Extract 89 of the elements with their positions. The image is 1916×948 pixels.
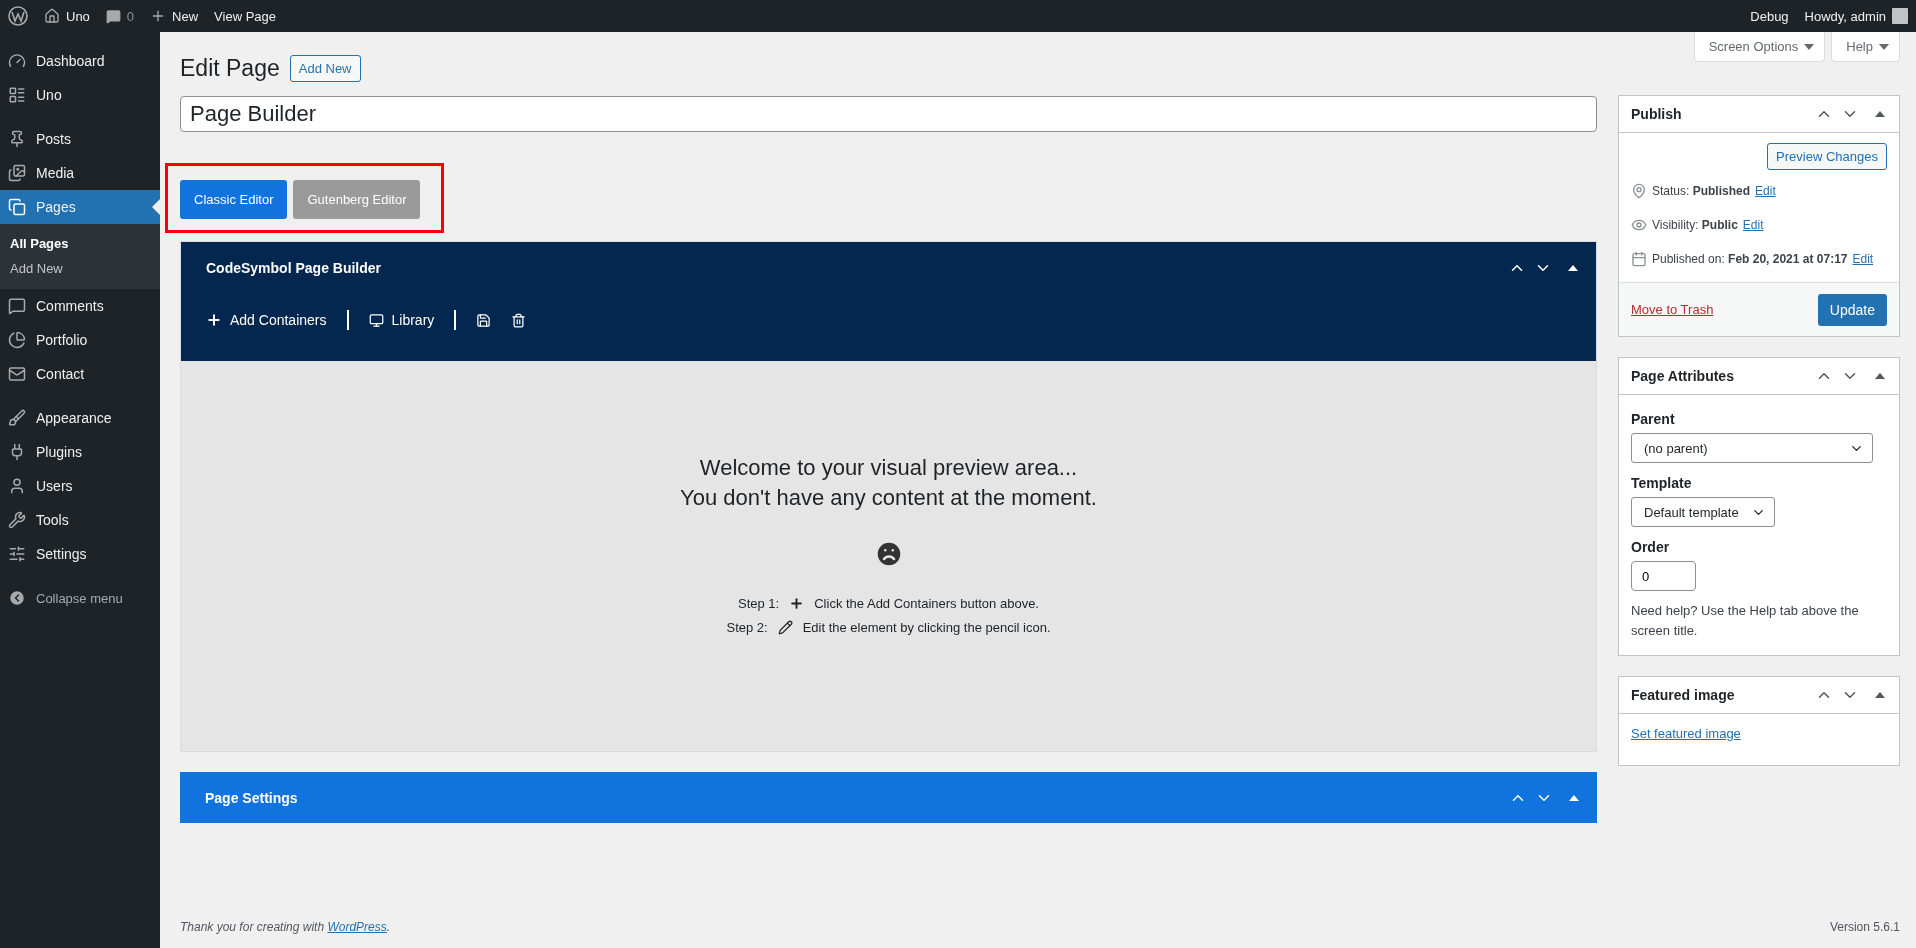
home-icon xyxy=(44,8,60,24)
monitor-icon xyxy=(368,312,384,328)
menu-icon xyxy=(8,164,26,182)
preview-changes-button[interactable]: Preview Changes xyxy=(1767,143,1887,170)
field-label: Order xyxy=(1631,539,1671,555)
menu-icon xyxy=(8,52,26,70)
menu-icon xyxy=(8,198,26,216)
menu-icon xyxy=(8,130,26,148)
collapse-icon xyxy=(8,589,26,607)
panel-title: Page Settings xyxy=(205,789,298,806)
menu-icon xyxy=(8,477,26,495)
pin-icon xyxy=(1631,183,1647,199)
step-label: Step 1: xyxy=(738,595,780,611)
menu-item[interactable]: Dashboard xyxy=(0,44,160,78)
trash-link[interactable]: Move to Trash xyxy=(1631,302,1714,317)
view-page-link[interactable]: View Page xyxy=(214,8,277,24)
library-button[interactable]: Library xyxy=(368,312,435,328)
calendar-icon xyxy=(1631,251,1647,267)
template-select[interactable]: Default template xyxy=(1631,497,1775,527)
featured-image-link[interactable]: Set featured image xyxy=(1631,726,1887,741)
parent-select[interactable]: (no parent) xyxy=(1631,433,1873,463)
order-field[interactable]: 0 xyxy=(1631,561,1696,591)
page-heading: Edit Page xyxy=(180,54,280,82)
plus-icon xyxy=(789,595,805,611)
menu-item[interactable]: Settings xyxy=(0,537,160,571)
account-link[interactable]: Howdy, admin xyxy=(1804,8,1908,24)
field-label: Parent xyxy=(1631,411,1676,427)
menu-item[interactable]: Tools xyxy=(0,503,160,537)
menu-item[interactable]: Appearance xyxy=(0,401,160,435)
comments-link[interactable]: 0 xyxy=(105,8,135,24)
menu-icon xyxy=(8,331,26,349)
welcome-message: Welcome to your visual preview area... You don't have any content at the moment. xyxy=(680,454,1097,512)
add-new-button[interactable]: Add New xyxy=(289,54,361,82)
submenu-item[interactable]: All Pages xyxy=(0,231,160,256)
comment-icon xyxy=(105,8,121,24)
save-icon[interactable] xyxy=(476,312,492,328)
version-text: Version 5.6.1 xyxy=(1829,920,1900,934)
trash-icon[interactable] xyxy=(511,312,527,328)
menu-icon xyxy=(8,365,26,383)
site-link[interactable]: Uno xyxy=(44,8,90,24)
step-label: Step 2: xyxy=(726,619,768,635)
toggle-icon[interactable] xyxy=(1875,373,1885,379)
menu-icon xyxy=(8,297,26,315)
box-title: Publish xyxy=(1631,106,1682,122)
step-text: Edit the element by clicking the pencil icon. xyxy=(802,619,1051,635)
field-label: Template xyxy=(1631,475,1693,491)
help-text: Need help? Use the Help tab above the screen title. xyxy=(1631,602,1860,640)
update-button[interactable]: Update xyxy=(1817,293,1887,326)
panel-title: CodeSymbol Page Builder xyxy=(206,260,382,276)
publish-info: Status: Published xyxy=(1652,184,1751,198)
pencil-icon xyxy=(777,619,793,635)
edit-link[interactable]: Edit xyxy=(1852,252,1874,266)
menu-icon xyxy=(8,86,26,104)
menu-item[interactable]: Contact xyxy=(0,357,160,391)
publish-info: Published on: Feb 20, 2021 at 07:17 xyxy=(1652,252,1848,266)
wordpress-link[interactable]: WordPress xyxy=(327,920,387,934)
menu-item[interactable]: Comments xyxy=(0,289,160,323)
menu-icon xyxy=(8,545,26,563)
debug-link[interactable]: Debug xyxy=(1750,8,1789,24)
toggle-icon[interactable] xyxy=(1875,111,1885,117)
plus-icon xyxy=(206,312,222,328)
step-text: Click the Add Containers button above. xyxy=(814,595,1039,611)
add-containers-button[interactable]: Add Containers xyxy=(206,312,327,328)
submenu-item[interactable]: Add New xyxy=(0,256,160,281)
edit-link[interactable]: Edit xyxy=(1755,184,1776,198)
menu-item[interactable]: Plugins xyxy=(0,435,160,469)
avatar-icon xyxy=(1892,8,1908,24)
edit-link[interactable]: Edit xyxy=(1742,218,1764,232)
logo-icon[interactable] xyxy=(8,6,28,26)
new-link[interactable]: New xyxy=(150,8,199,24)
eye-icon xyxy=(1631,217,1647,233)
screen-tab[interactable]: Screen Options xyxy=(1693,32,1826,62)
title-field[interactable]: Page Builder xyxy=(180,96,1597,132)
screen-tab[interactable]: Help xyxy=(1831,32,1900,62)
footer-text: Thank you for creating with WordPress. xyxy=(180,920,391,934)
menu-icon xyxy=(8,511,26,529)
collapse-menu-button[interactable]: Collapse menu xyxy=(0,581,160,615)
editor-button[interactable]: Classic Editor xyxy=(180,180,288,219)
menu-item[interactable]: Users xyxy=(0,469,160,503)
menu-icon xyxy=(8,409,26,427)
menu-item[interactable]: Uno xyxy=(0,78,160,112)
toggle-icon[interactable] xyxy=(1875,692,1885,698)
menu-item[interactable]: Media xyxy=(0,156,160,190)
menu-item[interactable]: Portfolio xyxy=(0,323,160,357)
publish-info: Visibility: Public xyxy=(1652,218,1738,232)
menu-item[interactable]: Pages xyxy=(0,190,160,224)
box-title: Featured image xyxy=(1631,687,1735,703)
menu-item[interactable]: Posts xyxy=(0,122,160,156)
box-title: Page Attributes xyxy=(1631,368,1734,384)
